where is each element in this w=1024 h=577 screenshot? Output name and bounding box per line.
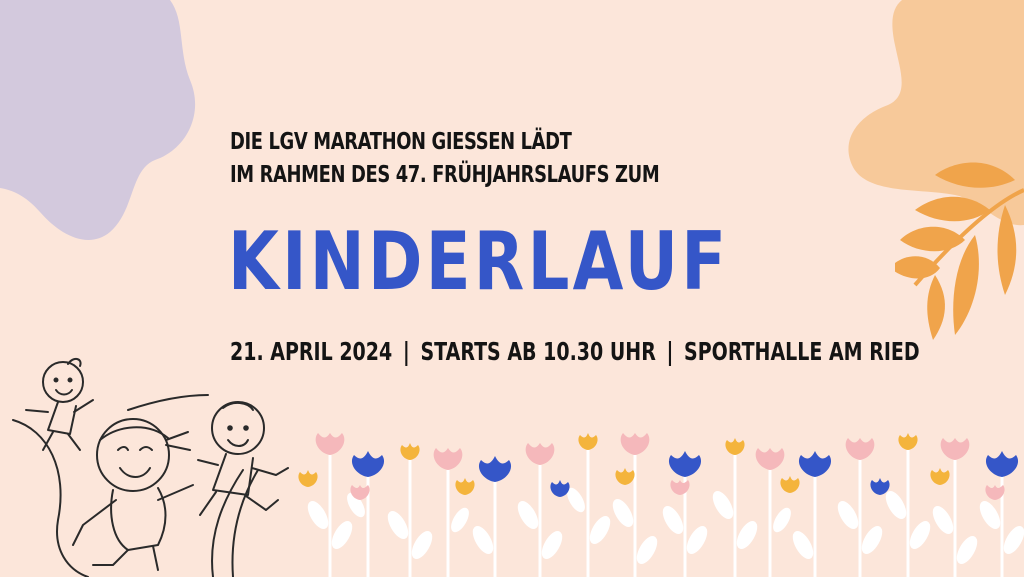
event-title: KINDERLAUF	[228, 215, 730, 308]
separator-2: |	[666, 337, 674, 366]
lilac-blob-shape	[0, 0, 196, 240]
invitation-line-1: DIE LGV MARATHON GIESSEN LÄDT	[230, 129, 572, 155]
event-venue: SPORTHALLE AM RIED	[684, 337, 920, 366]
running-children-illustration	[12, 358, 289, 577]
event-details: 21. APRIL 2024 | STARTS AB 10.30 UHR | SPORT…	[230, 335, 920, 369]
invitation-line-2: IM RAHMEN DES 47. FRÜHJAHRSLAUFS ZUM	[230, 162, 660, 188]
flyer-canvas: DIE LGV MARATHON GIESSEN LÄDT IM RAHMEN …	[0, 0, 1024, 577]
separator-1: |	[402, 337, 410, 366]
leaf-branch-icon	[895, 162, 1024, 340]
event-start-time: STARTS AB 10.30 UHR	[420, 337, 656, 366]
invitation-text: DIE LGV MARATHON GIESSEN LÄDT IM RAHMEN …	[230, 126, 660, 192]
flower-meadow-illustration	[298, 433, 1024, 577]
